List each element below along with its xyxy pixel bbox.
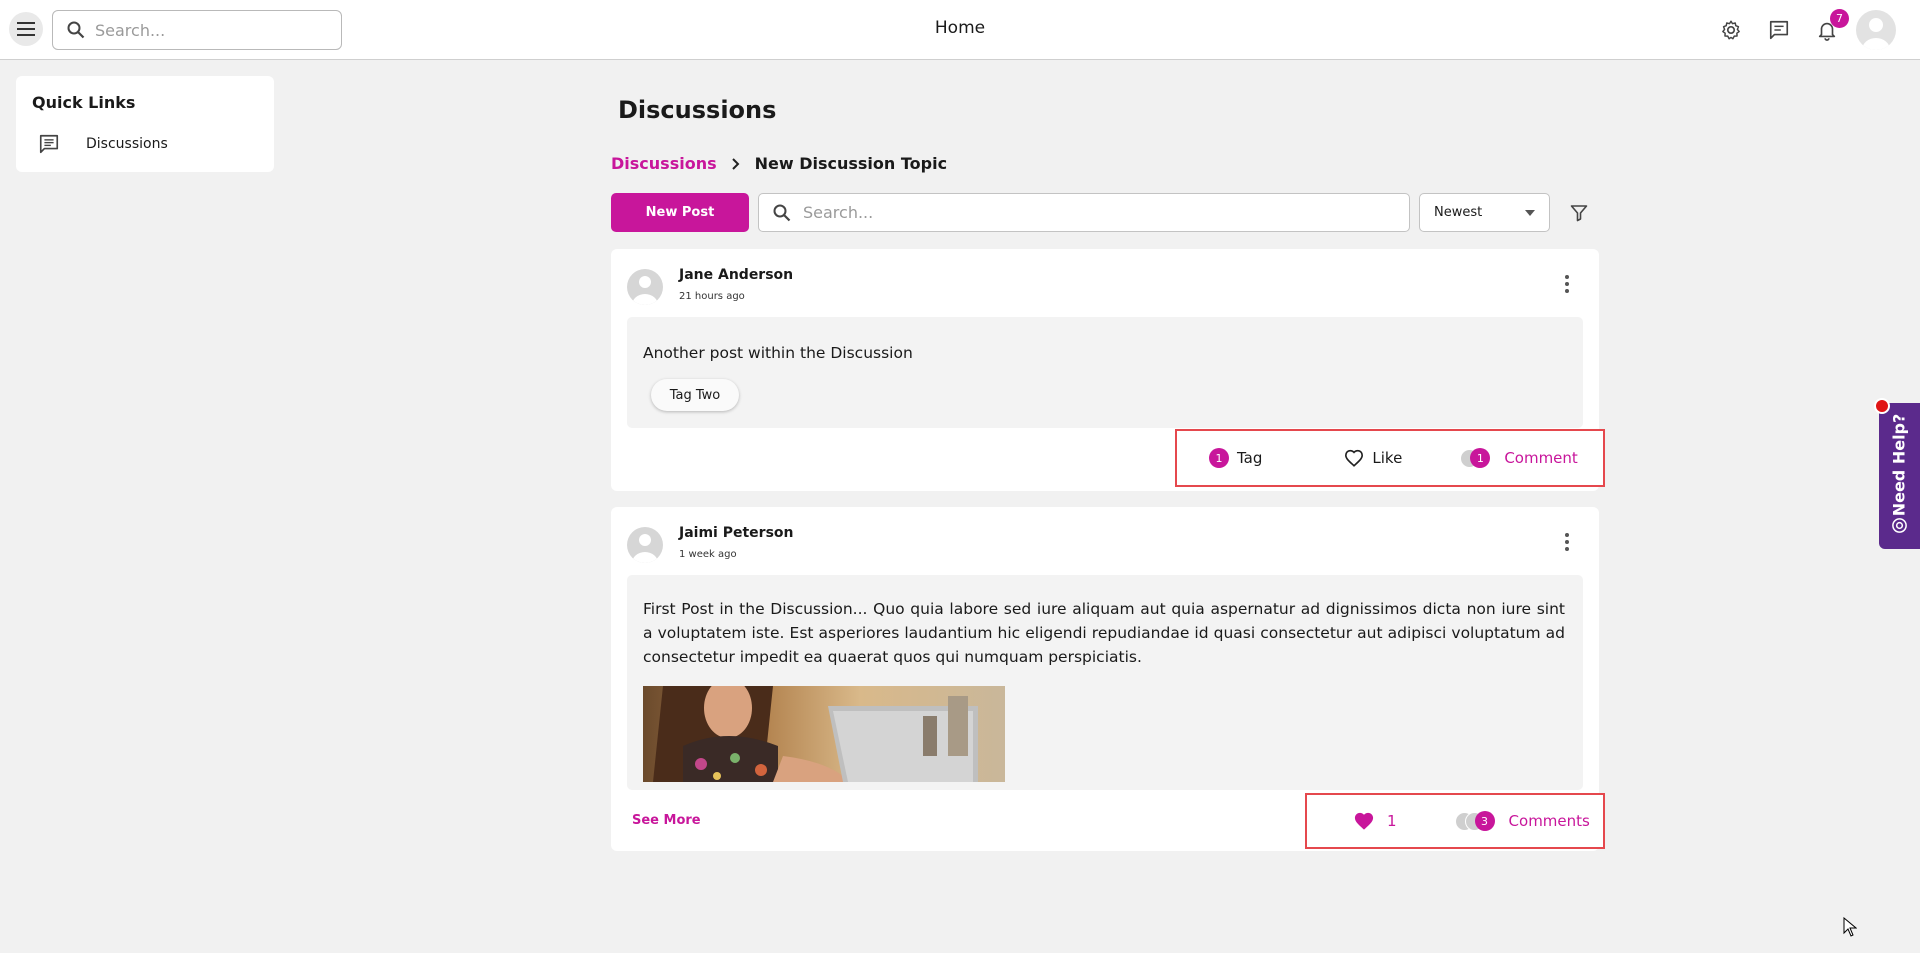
post-options-button[interactable] — [1561, 531, 1573, 553]
heart-outline-icon — [1345, 449, 1364, 467]
notification-count-badge: 7 — [1830, 9, 1849, 28]
filter-icon — [1570, 205, 1588, 222]
hamburger-icon — [17, 22, 35, 36]
user-icon — [1862, 18, 1890, 50]
tag-chip[interactable]: Tag Two — [651, 379, 739, 411]
post-author[interactable]: Jaimi Peterson — [679, 525, 793, 541]
top-search-input[interactable]: Search... — [52, 10, 342, 50]
search-icon — [773, 204, 791, 221]
need-help-label: Need Help? — [1889, 413, 1909, 517]
top-bar: Search... Home 7 — [0, 0, 1920, 60]
user-icon — [632, 534, 658, 563]
post-card: Jaimi Peterson 1 week ago First Post in … — [611, 507, 1605, 851]
caret-down-icon — [1525, 209, 1535, 216]
post-text: Another post within the Discussion — [643, 344, 913, 362]
hamburger-menu-button[interactable] — [9, 12, 43, 46]
post-actions: 1 Tag Like 1 Comment — [1175, 429, 1605, 487]
tag-action-label: Tag — [1237, 449, 1263, 467]
like-label: Like — [1372, 449, 1403, 467]
photo-woman-laptop — [643, 686, 1005, 782]
author-avatar[interactable] — [627, 269, 663, 305]
breadcrumb: Discussions New Discussion Topic — [611, 154, 947, 173]
chat-icon — [1769, 20, 1789, 40]
breadcrumb-current: New Discussion Topic — [754, 154, 948, 173]
comment-label: Comment — [1504, 449, 1578, 467]
post-timestamp: 21 hours ago — [679, 291, 745, 302]
quick-links-title: Quick Links — [32, 93, 136, 112]
breadcrumb-discussions-link[interactable]: Discussions — [611, 154, 717, 173]
search-icon — [67, 21, 85, 39]
quick-link-label: Discussions — [86, 136, 168, 152]
help-notification-dot — [1874, 398, 1890, 414]
comment-label: Comments — [1508, 812, 1590, 830]
like-count: 1 — [1387, 812, 1397, 830]
settings-button[interactable] — [1718, 17, 1744, 43]
gear-icon — [1722, 20, 1740, 40]
top-search-placeholder: Search... — [95, 20, 166, 40]
discussion-search-input[interactable]: Search... — [758, 193, 1410, 232]
like-button[interactable]: Like — [1344, 449, 1402, 467]
chat-icon — [39, 134, 59, 154]
lifebuoy-icon — [1892, 518, 1907, 533]
see-more-link[interactable]: See More — [632, 813, 701, 828]
comment-button[interactable]: 1 Comment — [1460, 448, 1578, 468]
sort-value: Newest — [1434, 205, 1483, 220]
sort-select[interactable]: Newest — [1419, 193, 1550, 232]
quick-links-panel: Quick Links Discussions — [16, 76, 274, 172]
mouse-cursor-icon — [1843, 917, 1857, 937]
quick-link-discussions[interactable]: Discussions — [38, 133, 168, 155]
post-body: Another post within the Discussion Tag T… — [627, 317, 1583, 428]
tag-action[interactable]: 1 Tag — [1209, 448, 1262, 468]
post-author[interactable]: Jane Anderson — [679, 267, 793, 283]
filter-button[interactable] — [1566, 200, 1592, 226]
page-title: Discussions — [618, 96, 777, 124]
tag-count-badge: 1 — [1209, 448, 1229, 468]
like-button[interactable]: 1 — [1353, 811, 1397, 831]
discussion-search-placeholder: Search... — [803, 203, 874, 222]
post-image[interactable] — [643, 686, 1005, 782]
need-help-tab[interactable]: Need Help? — [1874, 398, 1920, 549]
user-avatar[interactable] — [1856, 10, 1896, 50]
user-icon — [632, 276, 658, 305]
chevron-right-icon — [731, 157, 740, 170]
comment-count-badge: 1 — [1470, 448, 1491, 468]
post-card: Jane Anderson 21 hours ago Another post … — [611, 249, 1605, 491]
commenter-avatars: 1 — [1460, 448, 1491, 468]
new-post-button[interactable]: New Post — [611, 193, 749, 232]
post-actions: 1 3 Comments — [1305, 793, 1605, 849]
comment-button[interactable]: 3 Comments — [1454, 811, 1590, 831]
commenter-avatars: 3 — [1454, 811, 1495, 831]
post-options-button[interactable] — [1561, 273, 1573, 295]
comment-count-badge: 3 — [1474, 811, 1495, 831]
messages-button[interactable] — [1766, 17, 1792, 43]
post-body: First Post in the Discussion... Quo quia… — [627, 575, 1583, 790]
author-avatar[interactable] — [627, 527, 663, 563]
post-text: First Post in the Discussion... Quo quia… — [643, 600, 1565, 666]
post-timestamp: 1 week ago — [679, 549, 737, 560]
heart-filled-icon — [1354, 812, 1374, 830]
